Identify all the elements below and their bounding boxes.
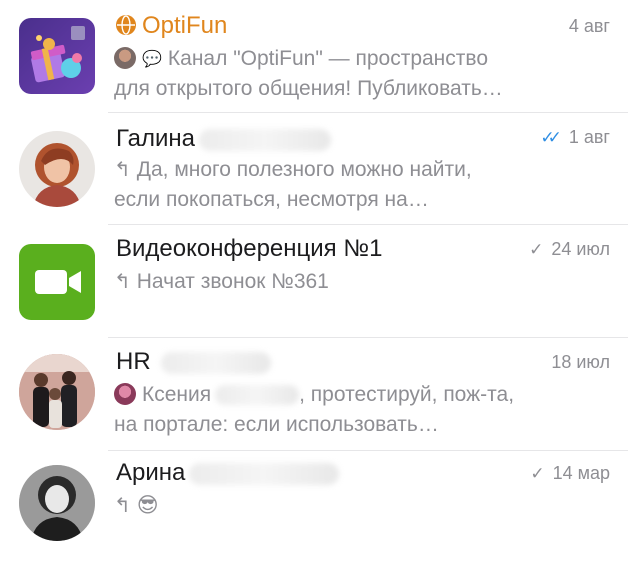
chat-name: Видеоконференция №1 — [116, 235, 383, 262]
video-camera-icon — [35, 270, 81, 294]
chat-row-optifun[interactable]: OptiFun 4 авг 💬 Канал "OptiFun" — простра… — [0, 0, 628, 114]
speech-bubble-icon: 💬 — [142, 51, 162, 68]
blurred-title — [160, 351, 271, 374]
reply-arrow-icon: ↰ — [114, 495, 131, 517]
chat-row-hr[interactable]: HR 18 июл Ксения, протестируй, пож-та, н… — [0, 338, 628, 451]
blurred-surname — [215, 385, 300, 406]
avatar — [19, 244, 95, 320]
preview-line-1: Ксения, протестируй, пож-та, — [114, 380, 514, 410]
chat-name: HR — [116, 348, 151, 375]
avatar — [19, 18, 95, 94]
chat-name: Арина — [116, 459, 186, 486]
user-photo — [33, 143, 81, 207]
avatar — [19, 131, 95, 207]
gift-icon — [30, 26, 85, 83]
user-photo — [19, 465, 95, 541]
chat-title: Арина — [116, 459, 340, 487]
globe-icon — [116, 15, 136, 35]
reply-arrow-icon: ↰ — [114, 271, 131, 293]
chat-date: ✓ 24 июл — [529, 239, 610, 259]
blurred-surname — [199, 128, 332, 151]
chat-date: ✓ 14 мар — [530, 463, 610, 483]
chat-date: ✓✓ 1 авг — [540, 127, 610, 147]
check-icon: ✓ — [530, 464, 545, 483]
chat-title: HR — [116, 348, 271, 376]
chat-row-arina[interactable]: Арина ✓ 14 мар ↰ 😎 — [0, 451, 628, 565]
preview-line-1: 💬 Канал "OptiFun" — пространство — [114, 44, 488, 75]
check-icon: ✓ — [529, 240, 544, 259]
preview-line-2: для открытого общения! Публиковать… — [114, 77, 503, 100]
sender-avatar — [114, 383, 136, 405]
reply-arrow-icon: ↰ — [114, 159, 131, 181]
avatar — [19, 465, 95, 541]
chat-title: OptiFun — [116, 12, 227, 40]
emoji-sunglasses: 😎 — [136, 494, 159, 517]
avatar — [19, 354, 95, 430]
chat-row-videoconference[interactable]: Видеоконференция №1 ✓ 24 июл ↰ Начат звоно… — [0, 225, 628, 338]
chat-name: OptiFun — [142, 12, 228, 39]
sender-avatar — [114, 47, 136, 69]
preview-line-1: ↰ Начат звонок №361 — [114, 267, 329, 297]
chat-date: 18 июл — [551, 352, 610, 372]
double-check-icon: ✓✓ — [540, 128, 561, 147]
group-photo — [19, 354, 95, 430]
chat-row-galina[interactable]: Галина ✓✓ 1 авг ↰ Да, много полезного можн… — [0, 113, 628, 225]
preview-line-2: если покопаться, несмотря на… — [114, 188, 429, 211]
preview-line-2: на портале: если использовать… — [114, 413, 439, 436]
chat-name: Галина — [116, 125, 196, 152]
chat-title: Галина — [116, 125, 332, 153]
blurred-surname — [189, 462, 340, 485]
chat-date: 4 авг — [568, 16, 610, 36]
preview-line-1: ↰ 😎 — [114, 491, 159, 521]
preview-line-1: ↰ Да, много полезного можно найти, — [114, 155, 472, 185]
